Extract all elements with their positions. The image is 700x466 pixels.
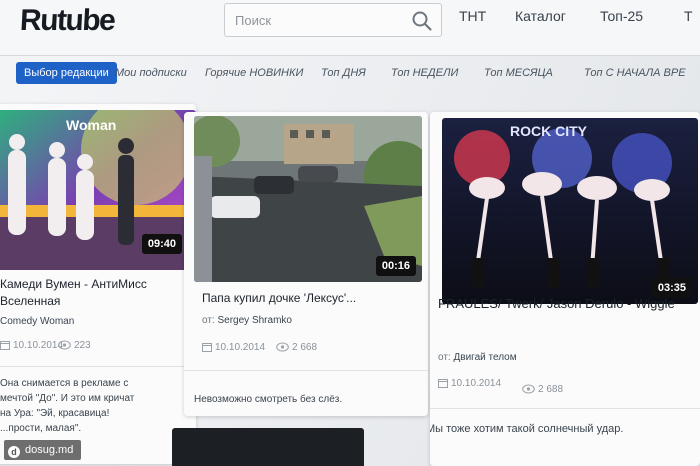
video-card[interactable]: 00:16 Папа купил дочке 'Лексус'... от: S… [184, 112, 428, 416]
nav-tnt[interactable]: ТНТ [459, 8, 486, 24]
video-date: 10.10.2014 [438, 378, 501, 389]
editor-comment: Мы тоже хотим такой солнечный удар. [430, 423, 624, 435]
site-header: Rutube ТНТ Каталог Топ-25 Т [0, 0, 700, 56]
nav-top25[interactable]: Топ-25 [600, 8, 643, 24]
video-date: 10.10.2014 [202, 342, 265, 353]
site-logo[interactable]: Rutube [19, 4, 115, 38]
video-thumbnail[interactable]: Woman 09:40 [0, 110, 196, 270]
eye-icon [58, 340, 71, 350]
editor-comment: Невозможно смотреть без слёз. [194, 394, 343, 405]
video-title[interactable]: Папа купил дочке 'Лексус'... [202, 290, 422, 307]
eye-icon [276, 342, 289, 352]
tab-hot-new[interactable]: Горячие НОВИНКИ [205, 62, 303, 84]
video-author[interactable]: от: Sergey Shramko [202, 315, 292, 326]
video-card[interactable]: Woman 09:40 Камеди Вумен - АнтиМисс Всел… [0, 104, 196, 464]
rutube-screen: Rutube ТНТ Каталог Топ-25 Т Выбор редакц… [0, 0, 700, 466]
card-divider [0, 366, 196, 367]
video-duration: 00:16 [375, 256, 416, 276]
video-date: 10.10.2014 [0, 340, 63, 351]
video-views: 2 668 [276, 342, 317, 353]
eye-icon [522, 384, 535, 394]
video-author[interactable]: от: Двигай телом [438, 352, 517, 363]
card-divider [184, 370, 428, 371]
calendar-icon [438, 379, 448, 389]
svg-text:ROCK CITY: ROCK CITY [510, 123, 588, 139]
video-thumbnail[interactable] [172, 428, 364, 466]
search-input[interactable] [235, 13, 405, 28]
calendar-icon [0, 341, 10, 351]
video-views: 2 688 [522, 384, 563, 395]
category-tabs: Выбор редакции Мои подписки Горячие НОВИ… [0, 56, 700, 92]
video-title[interactable]: FRAULES/ Twerk/ Jason Derulo - Wiggle [438, 294, 678, 313]
video-author[interactable]: Comedy Woman [0, 316, 74, 327]
video-card[interactable]: ROCK CITY 03:35 FRAULES/ Twerk/ Jason De… [430, 112, 700, 466]
tab-editors-choice[interactable]: Выбор редакции [16, 62, 117, 84]
video-title[interactable]: Камеди Вумен - АнтиМисс Вселенная [0, 276, 190, 310]
nav-catalog[interactable]: Каталог [515, 8, 566, 24]
nav-more[interactable]: Т [684, 8, 693, 24]
source-watermark: d dosug.md [4, 440, 82, 460]
video-thumbnail[interactable]: ROCK CITY 03:35 [442, 118, 698, 304]
calendar-icon [202, 343, 212, 353]
tab-top-all-time[interactable]: Топ С НАЧАЛА ВРЕ [584, 62, 686, 84]
tab-top-week[interactable]: Топ НЕДЕЛИ [391, 62, 458, 84]
tab-top-month[interactable]: Топ МЕСЯЦА [484, 62, 553, 84]
card-divider [430, 408, 700, 409]
tab-my-subscriptions[interactable]: Мои подписки [115, 62, 187, 84]
editor-comment: Она снимается в рекламе с мечтой "До". И… [0, 378, 135, 434]
video-views: 223 [58, 340, 91, 351]
tab-top-day[interactable]: Топ ДНЯ [321, 62, 366, 84]
video-duration: 09:40 [141, 234, 182, 254]
svg-text:Woman: Woman [66, 117, 116, 133]
video-thumbnail[interactable]: 00:16 [194, 116, 422, 282]
watermark-logo-icon: d [8, 446, 20, 458]
search-box[interactable] [224, 3, 442, 37]
thumbnail-image: ROCK CITY [442, 118, 698, 304]
search-icon[interactable] [411, 10, 433, 32]
